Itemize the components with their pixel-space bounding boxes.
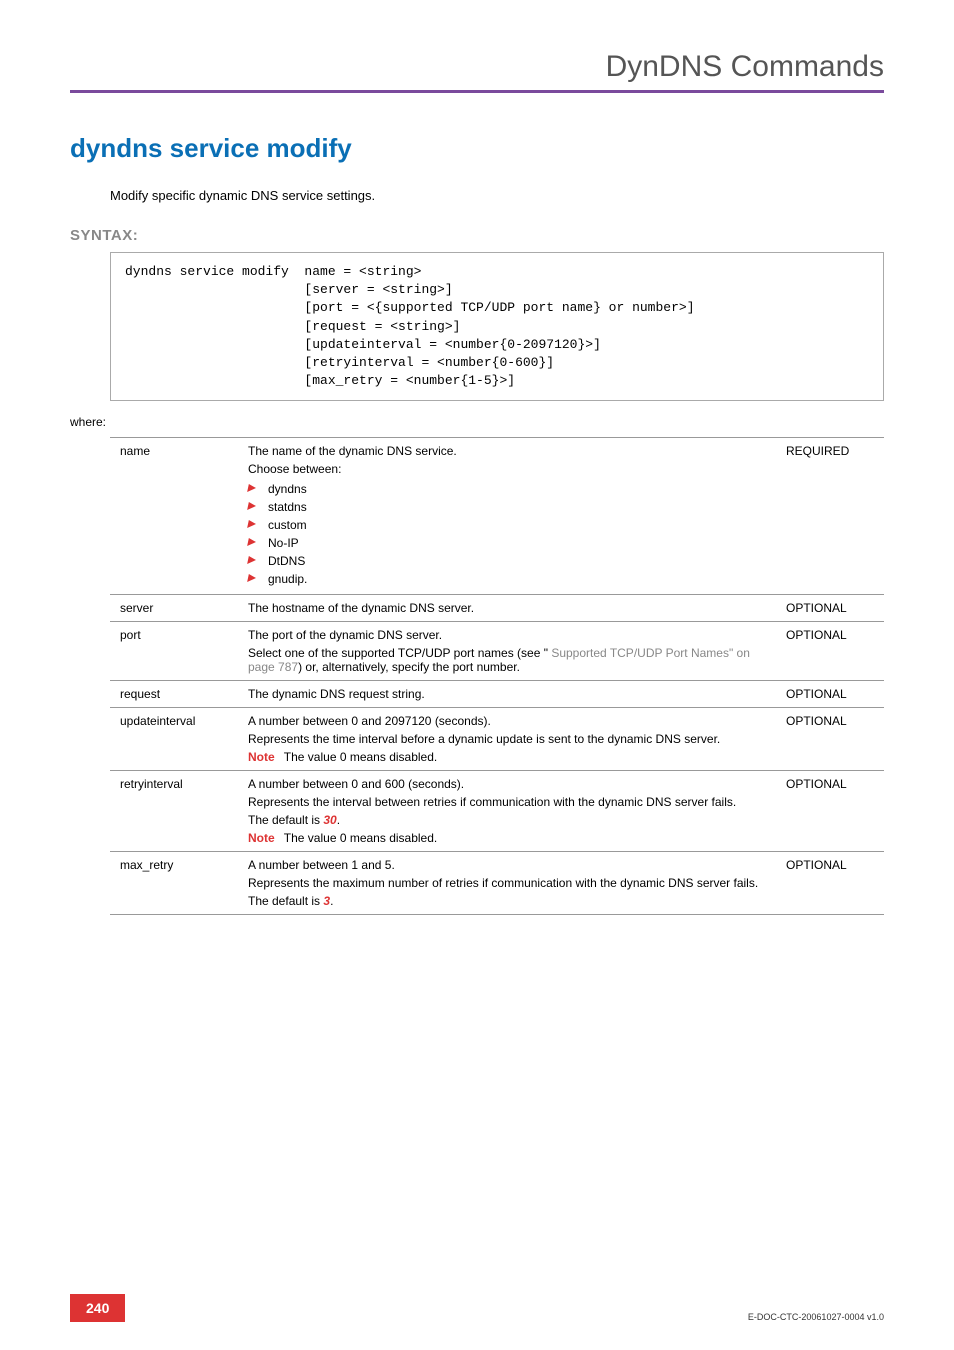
footer: 240 E-DOC-CTC-20061027-0004 v1.0 [70, 1294, 884, 1322]
intro-text: Modify specific dynamic DNS service sett… [110, 188, 884, 203]
note-text: The value 0 means disabled. [284, 831, 437, 845]
param-desc: A number between 0 and 600 (seconds). Re… [248, 771, 786, 852]
param-note: Note The value 0 means disabled. [248, 750, 778, 764]
where-label: where: [70, 415, 884, 429]
page-title: dyndns service modify [70, 133, 884, 164]
param-desc-line: A number between 0 and 600 (seconds). [248, 777, 464, 791]
param-desc-line: Represents the maximum number of retries… [248, 876, 778, 890]
param-desc: The port of the dynamic DNS server. Sele… [248, 622, 786, 681]
param-table: name The name of the dynamic DNS service… [110, 437, 884, 915]
text: The default is [248, 894, 323, 908]
text: . [330, 894, 333, 908]
param-row-request: request The dynamic DNS request string. … [110, 681, 884, 708]
text: ) or, alternatively, specify the port nu… [298, 660, 520, 674]
list-item: No-IP [248, 534, 778, 552]
header-rule [70, 90, 884, 93]
default-value: 30 [323, 813, 336, 827]
param-desc: A number between 1 and 5. Represents the… [248, 852, 786, 915]
syntax-box: dyndns service modify name = <string> [s… [110, 252, 884, 401]
param-desc-lead: The name of the dynamic DNS service. [248, 444, 457, 458]
page-number: 240 [70, 1294, 125, 1322]
param-row-retryinterval: retryinterval A number between 0 and 600… [110, 771, 884, 852]
list-item: custom [248, 516, 778, 534]
param-optional: OPTIONAL [786, 708, 884, 771]
param-name: request [110, 681, 248, 708]
header-title: DynDNS Commands [70, 50, 884, 90]
text: Select one of the supported TCP/UDP port… [248, 646, 548, 660]
param-desc-choose: Choose between: [248, 462, 778, 476]
param-optional: OPTIONAL [786, 595, 884, 622]
list-item: dyndns [248, 480, 778, 498]
param-name: updateinterval [110, 708, 248, 771]
doc-id: E-DOC-CTC-20061027-0004 v1.0 [748, 1312, 884, 1322]
param-desc-line: Represents the time interval before a dy… [248, 732, 778, 746]
param-desc-line: A number between 0 and 2097120 (seconds)… [248, 714, 491, 728]
param-note: Note The value 0 means disabled. [248, 831, 778, 845]
param-desc-line: Select one of the supported TCP/UDP port… [248, 646, 778, 674]
note-label: Note [248, 831, 275, 845]
param-default: The default is 30. [248, 813, 778, 827]
list-item: DtDNS [248, 552, 778, 570]
param-name: port [110, 622, 248, 681]
text: . [337, 813, 340, 827]
param-required: REQUIRED [786, 438, 884, 595]
list-item: gnudip. [248, 570, 778, 588]
param-desc-line: The port of the dynamic DNS server. [248, 628, 442, 642]
param-optional: OPTIONAL [786, 852, 884, 915]
param-desc-line: Represents the interval between retries … [248, 795, 778, 809]
text: The default is [248, 813, 323, 827]
param-row-port: port The port of the dynamic DNS server.… [110, 622, 884, 681]
param-row-updateinterval: updateinterval A number between 0 and 20… [110, 708, 884, 771]
param-optional: OPTIONAL [786, 771, 884, 852]
param-name: name [110, 438, 248, 595]
note-label: Note [248, 750, 275, 764]
param-optional: OPTIONAL [786, 681, 884, 708]
param-desc: A number between 0 and 2097120 (seconds)… [248, 708, 786, 771]
option-list: dyndns statdns custom No-IP DtDNS gnudip… [248, 480, 778, 588]
param-desc: The dynamic DNS request string. [248, 681, 786, 708]
param-row-server: server The hostname of the dynamic DNS s… [110, 595, 884, 622]
param-row-maxretry: max_retry A number between 1 and 5. Repr… [110, 852, 884, 915]
param-row-name: name The name of the dynamic DNS service… [110, 438, 884, 595]
syntax-label: SYNTAX: [70, 227, 884, 244]
param-desc: The hostname of the dynamic DNS server. [248, 595, 786, 622]
list-item: statdns [248, 498, 778, 516]
param-name: server [110, 595, 248, 622]
param-name: retryinterval [110, 771, 248, 852]
param-desc-line: A number between 1 and 5. [248, 858, 395, 872]
param-desc: The name of the dynamic DNS service. Cho… [248, 438, 786, 595]
note-text: The value 0 means disabled. [284, 750, 437, 764]
param-optional: OPTIONAL [786, 622, 884, 681]
param-default: The default is 3. [248, 894, 778, 908]
param-name: max_retry [110, 852, 248, 915]
